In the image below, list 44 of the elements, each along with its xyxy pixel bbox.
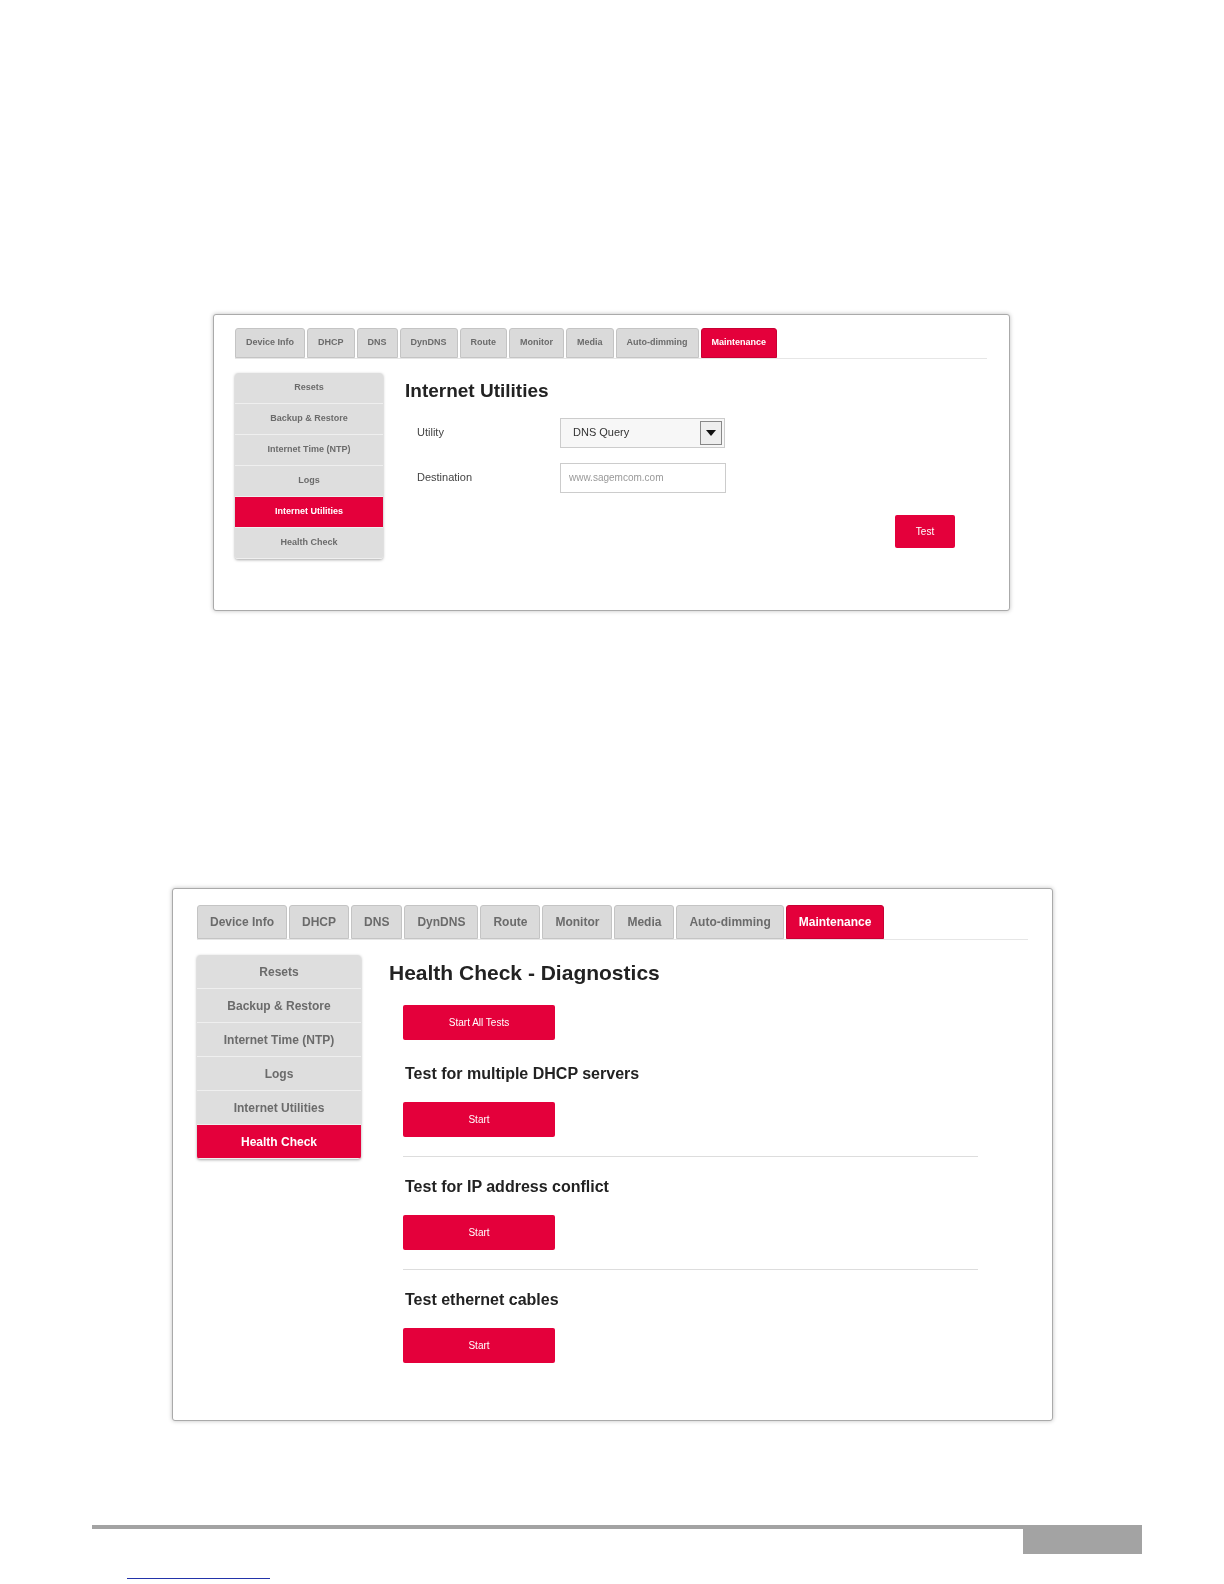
start-button[interactable]: Start <box>403 1327 555 1363</box>
tab[interactable]: DHCP <box>289 905 350 939</box>
tab[interactable]: Route <box>480 905 541 939</box>
tab[interactable]: DNS <box>356 328 398 358</box>
tab[interactable]: Media <box>614 905 675 939</box>
sidebar-item[interactable]: Internet Utilities <box>197 1091 361 1125</box>
section-title: Health Check - Diagnostics <box>389 960 661 986</box>
start-all-button[interactable]: Start All Tests <box>403 1004 555 1040</box>
sidebar-item[interactable]: Internet Utilities <box>235 497 383 528</box>
input-field[interactable]: www.sagemcom.com <box>560 462 726 493</box>
sidebar-item[interactable]: Logs <box>235 466 383 497</box>
start-button[interactable]: Start <box>403 1101 555 1137</box>
sidebar-item[interactable]: Internet Time (NTP) <box>235 435 383 466</box>
test-title: Test ethernet cables <box>405 1289 560 1310</box>
sidebar-item[interactable]: Resets <box>235 373 383 404</box>
field-label: Destination <box>417 470 474 486</box>
sidebar-item[interactable]: Internet Time (NTP) <box>197 1023 361 1057</box>
tab[interactable]: Monitor <box>509 328 565 358</box>
test-button[interactable]: Test <box>895 514 955 548</box>
test-title: Test for multiple DHCP servers <box>405 1063 641 1084</box>
tab[interactable]: DynDNS <box>399 328 458 358</box>
test-title: Test for IP address conflict <box>405 1176 610 1197</box>
tab[interactable]: Monitor <box>542 905 613 939</box>
tab[interactable]: DHCP <box>307 328 355 358</box>
tab[interactable]: DynDNS <box>404 905 479 939</box>
tab[interactable]: Auto-dimming <box>615 328 699 358</box>
field-label: Utility <box>417 425 445 441</box>
section-title: Internet Utilities <box>405 379 550 403</box>
tab[interactable]: Maintenance <box>700 328 778 358</box>
tab[interactable]: Maintenance <box>785 905 885 939</box>
sidebar-item[interactable]: Health Check <box>235 528 383 559</box>
sidebar-item[interactable]: Logs <box>197 1057 361 1091</box>
tab[interactable]: Media <box>566 328 614 358</box>
tab[interactable]: Route <box>459 328 508 358</box>
tab[interactable]: Device Info <box>197 905 288 939</box>
dropdown[interactable]: DNS Query <box>560 417 725 448</box>
tab[interactable]: DNS <box>351 905 403 939</box>
sidebar-item[interactable]: Health Check <box>197 1125 361 1159</box>
tab[interactable]: Device Info <box>235 328 305 358</box>
tab[interactable]: Auto-dimming <box>676 905 784 939</box>
sidebar-item[interactable]: Backup & Restore <box>235 404 383 435</box>
start-button[interactable]: Start <box>403 1214 555 1250</box>
sidebar-item[interactable]: Backup & Restore <box>197 989 361 1023</box>
sidebar-item[interactable]: Resets <box>197 955 361 989</box>
